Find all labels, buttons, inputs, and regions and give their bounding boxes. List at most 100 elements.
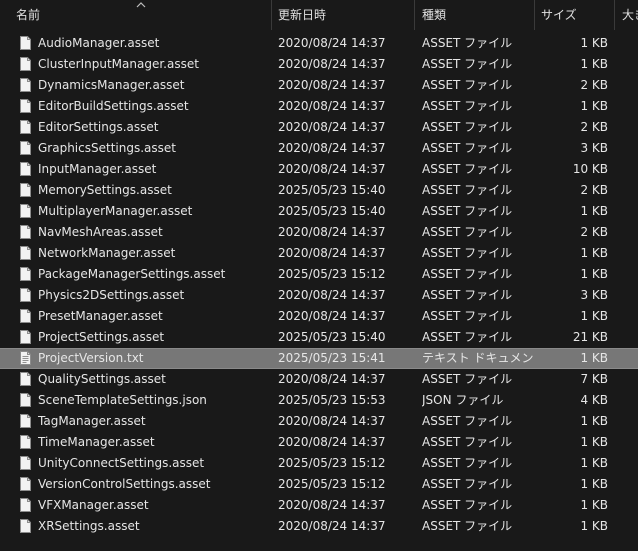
file-size: 1 KB <box>580 309 608 323</box>
column-divider[interactable] <box>534 0 535 30</box>
file-modified-date: 2020/08/24 14:37 <box>278 372 386 386</box>
file-name: PackageManagerSettings.asset <box>38 267 226 281</box>
file-row[interactable]: MemorySettings.asset 2025/05/23 15:40 ASSE… <box>0 180 638 201</box>
column-divider[interactable] <box>614 0 615 30</box>
file-modified-date: 2020/08/24 14:37 <box>278 498 386 512</box>
file-type: ASSET ファイル <box>422 246 513 260</box>
file-modified-date: 2020/08/24 14:37 <box>278 414 386 428</box>
file-modified-date: 2020/08/24 14:37 <box>278 78 386 92</box>
column-header-date[interactable]: 更新日時 <box>278 0 408 30</box>
file-size: 1 KB <box>580 456 608 470</box>
file-row[interactable]: SceneTemplateSettings.json 2025/05/23 15:… <box>0 390 638 411</box>
column-header-extra-label: 大き <box>622 8 638 22</box>
file-size: 1 KB <box>580 204 608 218</box>
column-header-size[interactable]: サイズ <box>541 0 611 30</box>
file-icon <box>20 498 31 512</box>
file-modified-date: 2020/08/24 14:37 <box>278 309 386 323</box>
file-row[interactable]: XRSettings.asset 2020/08/24 14:37 ASSET ファ… <box>0 516 638 537</box>
file-type: ASSET ファイル <box>422 288 513 302</box>
file-row[interactable]: ProjectSettings.asset 2025/05/23 15:40 ASS… <box>0 327 638 348</box>
file-icon <box>20 372 31 386</box>
file-modified-date: 2025/05/23 15:12 <box>278 267 386 281</box>
file-icon <box>20 414 31 428</box>
file-modified-date: 2020/08/24 14:37 <box>278 120 386 134</box>
file-icon <box>20 288 31 302</box>
file-row[interactable]: GraphicsSettings.asset 2020/08/24 14:37 AS… <box>0 138 638 159</box>
file-size: 4 KB <box>580 393 608 407</box>
file-size: 1 KB <box>580 267 608 281</box>
file-size: 1 KB <box>580 498 608 512</box>
column-header-type[interactable]: 種類 <box>422 0 528 30</box>
file-type: ASSET ファイル <box>422 57 513 71</box>
file-type: ASSET ファイル <box>422 36 513 50</box>
file-size: 3 KB <box>580 141 608 155</box>
file-icon <box>20 477 31 491</box>
file-icon <box>20 57 31 71</box>
file-size: 1 KB <box>580 246 608 260</box>
file-type: ASSET ファイル <box>422 267 513 281</box>
file-row[interactable]: EditorSettings.asset 2020/08/24 14:37 ASSE… <box>0 117 638 138</box>
file-name: MultiplayerManager.asset <box>38 204 193 218</box>
file-icon <box>20 162 31 176</box>
file-type: JSON ファイル <box>422 393 504 407</box>
file-name: SceneTemplateSettings.json <box>38 393 207 407</box>
file-name: MemorySettings.asset <box>38 183 172 197</box>
file-modified-date: 2020/08/24 14:37 <box>278 435 386 449</box>
file-row[interactable]: AudioManager.asset 2020/08/24 14:37 ASSET … <box>0 33 638 54</box>
file-modified-date: 2025/05/23 15:40 <box>278 204 386 218</box>
file-row[interactable]: UnityConnectSettings.asset 2025/05/23 15:… <box>0 453 638 474</box>
file-size: 21 KB <box>572 330 608 344</box>
file-row[interactable]: ProjectVersion.txt 2025/05/23 15:41 テキスト ド… <box>0 348 638 369</box>
file-type: ASSET ファイル <box>422 435 513 449</box>
file-name: GraphicsSettings.asset <box>38 141 176 155</box>
file-name: NavMeshAreas.asset <box>38 225 163 239</box>
file-size: 2 KB <box>580 183 608 197</box>
column-header-extra[interactable]: 大き <box>622 0 638 30</box>
file-type: ASSET ファイル <box>422 162 513 176</box>
text-file-icon <box>20 351 31 365</box>
file-type: ASSET ファイル <box>422 372 513 386</box>
file-row[interactable]: Physics2DSettings.asset 2020/08/24 14:37 A… <box>0 285 638 306</box>
file-size: 1 KB <box>580 519 608 533</box>
file-icon <box>20 435 31 449</box>
file-modified-date: 2020/08/24 14:37 <box>278 519 386 533</box>
file-row[interactable]: DynamicsManager.asset 2020/08/24 14:37 ASS… <box>0 75 638 96</box>
file-type: ASSET ファイル <box>422 330 513 344</box>
file-row[interactable]: EditorBuildSettings.asset 2020/08/24 14:3… <box>0 96 638 117</box>
file-icon <box>20 330 31 344</box>
file-size: 1 KB <box>580 99 608 113</box>
file-row[interactable]: MultiplayerManager.asset 2025/05/23 15:40… <box>0 201 638 222</box>
file-type: ASSET ファイル <box>422 120 513 134</box>
file-modified-date: 2020/08/24 14:37 <box>278 36 386 50</box>
file-size: 3 KB <box>580 288 608 302</box>
file-size: 10 KB <box>572 162 608 176</box>
file-size: 2 KB <box>580 120 608 134</box>
file-size: 1 KB <box>580 57 608 71</box>
file-row[interactable]: NavMeshAreas.asset 2020/08/24 14:37 ASSET … <box>0 222 638 243</box>
file-icon <box>20 225 31 239</box>
file-row[interactable]: PresetManager.asset 2020/08/24 14:37 ASSET… <box>0 306 638 327</box>
file-type: ASSET ファイル <box>422 456 513 470</box>
file-size: 1 KB <box>580 351 608 365</box>
column-divider[interactable] <box>271 0 272 30</box>
file-name: UnityConnectSettings.asset <box>38 456 205 470</box>
file-icon <box>20 204 31 218</box>
file-row[interactable]: PackageManagerSettings.asset 2025/05/23 1… <box>0 264 638 285</box>
file-modified-date: 2025/05/23 15:40 <box>278 330 386 344</box>
chevron-up-icon <box>136 2 146 8</box>
file-row[interactable]: VersionControlSettings.asset 2025/05/23 1… <box>0 474 638 495</box>
file-size: 1 KB <box>580 36 608 50</box>
column-divider[interactable] <box>414 0 415 30</box>
file-type: ASSET ファイル <box>422 225 513 239</box>
file-row[interactable]: ClusterInputManager.asset 2020/08/24 14:3… <box>0 54 638 75</box>
file-row[interactable]: NetworkManager.asset 2020/08/24 14:37 ASSE… <box>0 243 638 264</box>
file-type: ASSET ファイル <box>422 498 513 512</box>
file-name: AudioManager.asset <box>38 36 160 50</box>
file-size: 7 KB <box>580 372 608 386</box>
file-type: ASSET ファイル <box>422 141 513 155</box>
file-row[interactable]: TimeManager.asset 2020/08/24 14:37 ASSET フ… <box>0 432 638 453</box>
file-row[interactable]: QualitySettings.asset 2020/08/24 14:37 ASS… <box>0 369 638 390</box>
file-row[interactable]: InputManager.asset 2020/08/24 14:37 ASSET … <box>0 159 638 180</box>
file-row[interactable]: TagManager.asset 2020/08/24 14:37 ASSET ファ… <box>0 411 638 432</box>
file-row[interactable]: VFXManager.asset 2020/08/24 14:37 ASSET ファ… <box>0 495 638 516</box>
